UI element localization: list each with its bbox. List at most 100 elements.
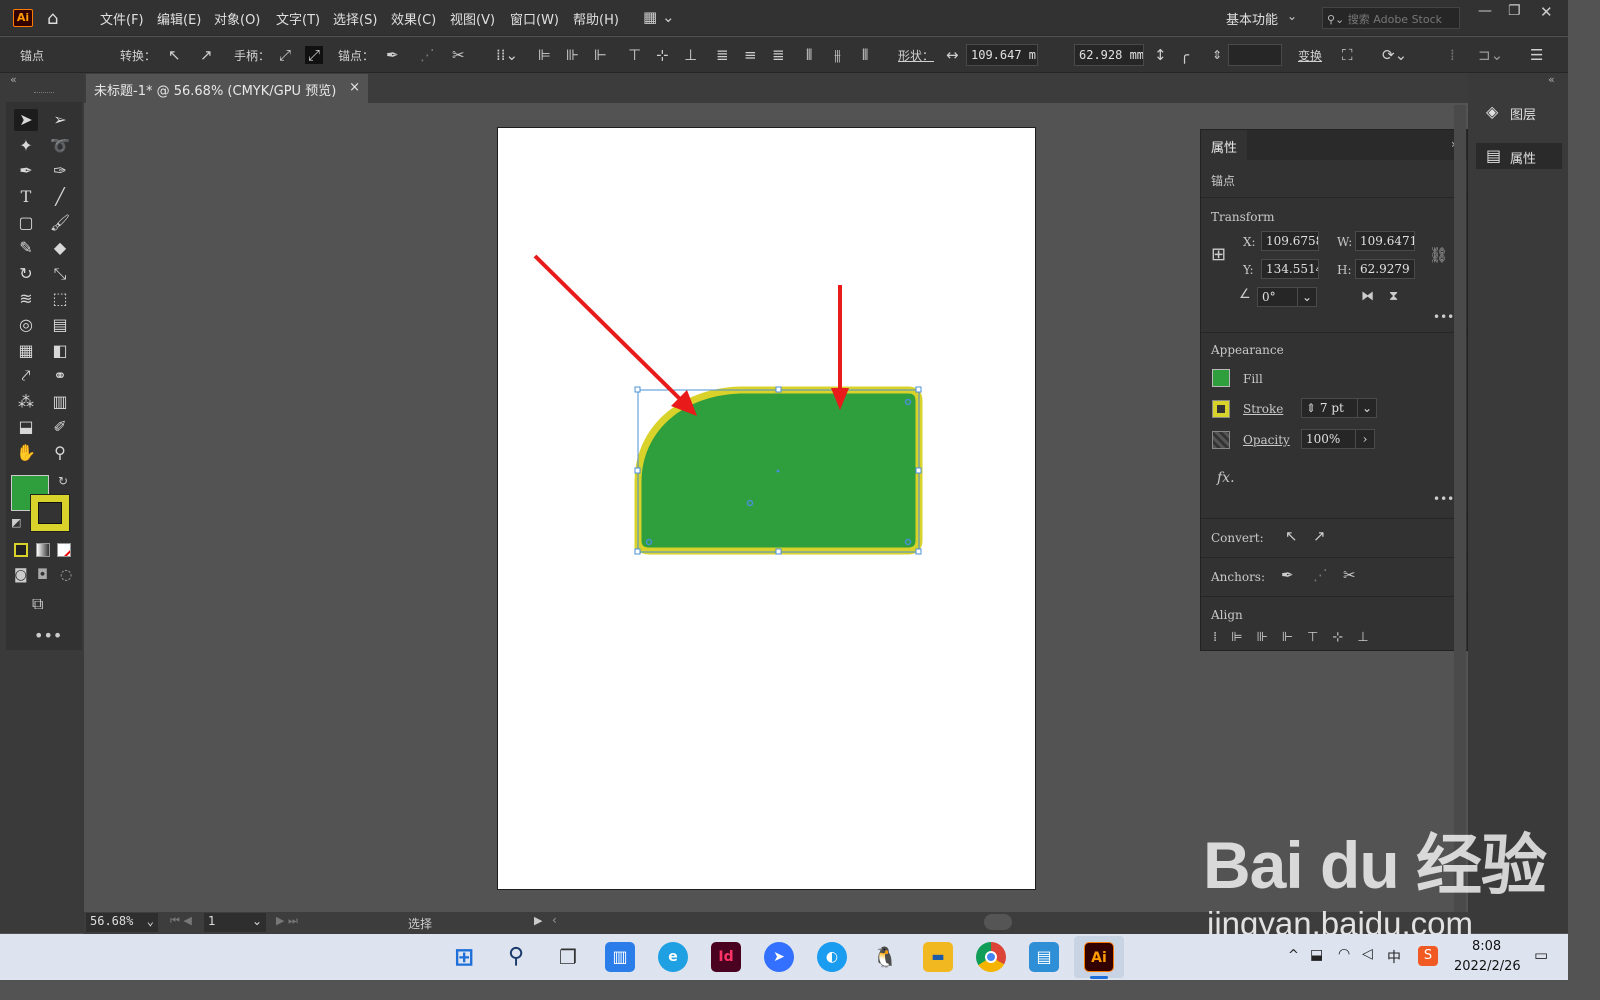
line-tool-icon[interactable]: ╱ [48,186,72,208]
stroke-swatch[interactable] [30,494,70,532]
stroke-color-swatch[interactable] [1212,400,1230,418]
reference-point-icon[interactable]: ⊞ [1211,244,1226,265]
shaper-tool-icon[interactable]: ✎ [14,237,38,259]
selection-tool-icon[interactable]: ➤ [14,109,38,131]
swap-colors-icon[interactable]: ↻ [58,474,68,488]
screen-mode-icon[interactable]: ⧉ [32,594,43,614]
fx-button[interactable]: fx. [1217,470,1235,486]
width-tool-icon[interactable]: ≋ [14,288,38,310]
page-field[interactable]: 1 ⌄ [204,913,266,932]
qq-icon[interactable]: 🐧 [870,942,900,972]
direct-selection-tool-icon[interactable]: ➢ [48,109,72,131]
h-field[interactable]: 62.9279 [1355,259,1415,279]
rotate-dropdown-icon[interactable]: ⌄ [1297,287,1317,307]
eyedropper-tool-icon[interactable]: ⤤ [14,365,38,387]
zoom-field[interactable]: 56.68% ⌄ [86,913,158,932]
appearance-more-icon[interactable]: ••• [1433,492,1454,506]
zoom-tool-icon[interactable]: ⚲ [48,442,72,464]
stroke-weight-dropdown-icon[interactable]: ⌄ [1357,398,1377,418]
draw-behind-icon[interactable]: ◘ [37,567,48,583]
opacity-expand-icon[interactable]: › [1355,429,1375,449]
properties-tab[interactable]: 属性 [1201,130,1247,160]
feishu-icon[interactable]: ➤ [764,942,794,972]
artboard-tool-icon[interactable]: ⬓ [14,416,38,438]
column-graph-tool-icon[interactable]: ▥ [48,391,72,413]
w-field[interactable]: 109.6471 [1355,231,1415,251]
free-transform-tool-icon[interactable]: ⬚ [48,288,72,310]
mesh-tool-icon[interactable]: ▦ [14,340,38,362]
gradient-tool-icon[interactable]: ◧ [48,340,72,362]
magic-wand-tool-icon[interactable]: ✦ [14,135,38,157]
tray-app-icon[interactable]: ⬓ [1310,947,1323,963]
edge-browser-icon[interactable]: e [658,942,688,972]
flip-vertical-icon[interactable]: ⧗ [1389,289,1398,304]
status-menu-icon[interactable]: ▶ [534,914,542,927]
pen-tool-icon[interactable]: ✒ [14,160,38,182]
ime-indicator[interactable]: 中 [1387,947,1401,967]
hand-tool-icon[interactable]: ✋ [14,442,38,464]
scroll-left-icon[interactable]: ‹ [552,913,557,927]
opacity-label[interactable]: Opacity [1243,433,1290,447]
panel-connect-anchor-icon[interactable]: ⋰ [1313,566,1328,584]
draw-normal-icon[interactable]: ◙ [14,567,28,583]
opacity-field[interactable]: 100% [1301,429,1357,449]
clock-date[interactable]: 2022/2/26 [1454,959,1521,974]
rotate-field[interactable]: 0° [1257,287,1299,307]
page-dropdown-icon[interactable]: ⌄ [252,914,262,928]
opacity-icon[interactable] [1212,431,1230,449]
stroke-stepper-icon[interactable]: ⇕ [1306,401,1320,415]
panel-cut-path-icon[interactable]: ✂ [1343,566,1356,584]
perspective-grid-tool-icon[interactable]: ▤ [48,314,72,336]
widgets-icon[interactable]: ▥ [605,942,635,972]
windows-start-icon[interactable]: ⊞ [449,942,479,972]
panel-convert-smooth-icon[interactable]: ↗ [1313,527,1326,545]
x-field[interactable]: 109.6758 [1261,231,1319,251]
rectangle-tool-icon[interactable]: ▢ [14,212,38,234]
eraser-tool-icon[interactable]: ◆ [48,237,72,259]
shape-builder-tool-icon[interactable]: ◎ [14,314,38,336]
file-explorer-icon[interactable]: ▬ [923,942,953,972]
layers-button[interactable]: ◈ 图层 [1476,99,1562,125]
chrome-icon[interactable] [976,942,1006,972]
color-mode-icon[interactable] [14,543,28,557]
lasso-tool-icon[interactable]: ➰ [48,135,72,157]
clock-time[interactable]: 8:08 [1472,939,1501,954]
y-field[interactable]: 134.5514 [1261,259,1319,279]
stroke-label[interactable]: Stroke [1243,402,1283,416]
browser-icon[interactable]: ◐ [817,942,847,972]
panel-remove-anchor-icon[interactable]: ✒ [1281,566,1294,584]
wifi-icon[interactable]: ◠ [1338,946,1350,962]
zoom-dropdown-icon[interactable]: ⌄ [147,914,154,928]
fill-color-swatch[interactable] [1212,369,1230,387]
properties-button[interactable]: ▤ 属性 [1476,143,1562,169]
collapse-right-icon[interactable]: « [1548,73,1555,86]
notepad-icon[interactable]: ▤ [1029,942,1059,972]
edit-toolbar-icon[interactable]: ••• [34,626,62,645]
gradient-mode-icon[interactable] [36,543,50,557]
tray-chevron-icon[interactable]: ^ [1288,948,1299,963]
symbol-sprayer-tool-icon[interactable]: ⁂ [14,391,38,413]
link-wh-icon[interactable]: ⛓ [1429,246,1448,264]
search-icon[interactable]: ⚲ [501,942,531,972]
type-tool-icon[interactable]: T [14,186,38,208]
rotate-tool-icon[interactable]: ↻ [14,263,38,285]
blend-tool-icon[interactable]: ⚭ [48,365,72,387]
flip-horizontal-icon[interactable]: ⧓ [1361,289,1374,304]
volume-icon[interactable]: ◁ [1362,946,1373,962]
indesign-icon[interactable]: Id [711,942,741,972]
illustrator-taskbar-icon[interactable]: Ai [1084,942,1114,972]
none-mode-icon[interactable] [57,543,71,557]
paintbrush-tool-icon[interactable]: 🖌 [48,212,72,234]
curvature-tool-icon[interactable]: ✑ [48,160,72,182]
notification-icon[interactable]: ▭ [1534,946,1548,964]
sogou-icon[interactable]: S [1418,946,1438,966]
panel-align-icons[interactable]: ⁞⊫⊪⊩⊤⊹⊥ [1213,630,1383,644]
draw-inside-icon[interactable]: ◌ [60,567,72,583]
toolbar-grip[interactable] [34,92,54,95]
panel-convert-corner-icon[interactable]: ↖ [1285,527,1298,545]
first-page-icon[interactable]: ⏮ ◀ [170,914,192,928]
slice-tool-icon[interactable]: ✐ [48,416,72,438]
transform-more-icon[interactable]: ••• [1433,310,1454,324]
canvas-hscroll-thumb[interactable] [984,914,1012,930]
last-page-icon[interactable]: ▶ ⏭ [276,914,298,928]
